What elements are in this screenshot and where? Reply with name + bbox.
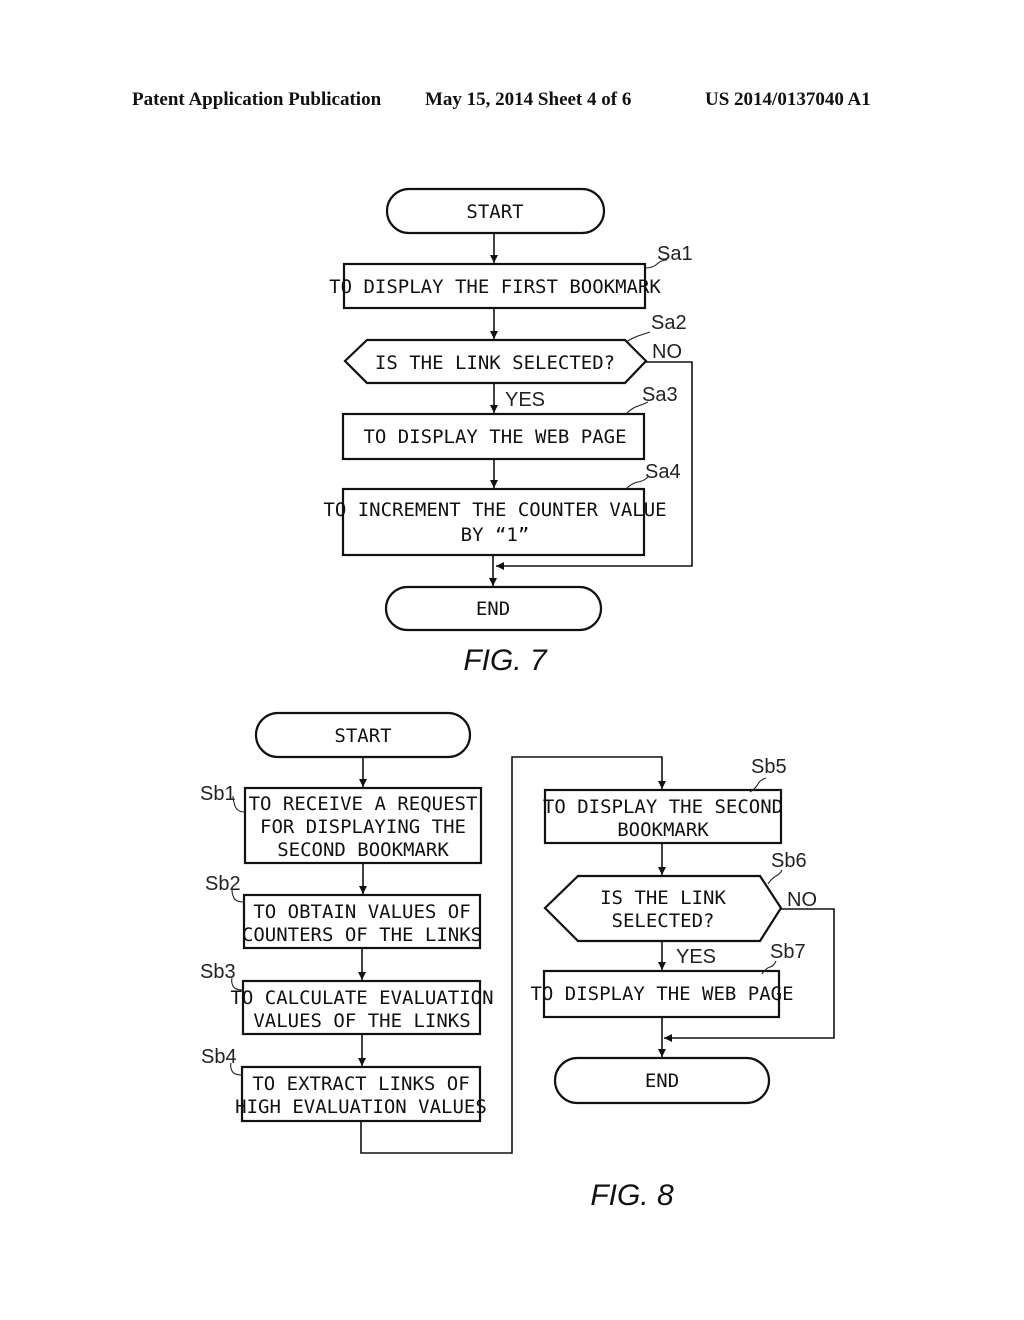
fig8-no-label: NO — [787, 889, 817, 911]
sa2-text: IS THE LINK SELECTED? — [375, 352, 615, 374]
fig7-caption: FIG. 7 — [463, 644, 548, 677]
sb2-label: Sb2 — [205, 873, 241, 895]
fig8-start-terminal: START — [254, 711, 472, 759]
sb1-text-line1: TO RECEIVE A REQUEST — [249, 793, 478, 815]
fig8-start-label: START — [334, 725, 391, 747]
sb1-text-line2: FOR DISPLAYING THE — [260, 816, 466, 838]
fig8-step-sb1: TO RECEIVE A REQUEST FOR DISPLAYING THE … — [200, 783, 483, 865]
sb1-text-line3: SECOND BOOKMARK — [277, 839, 449, 861]
figure-8: START TO RECEIVE A REQUEST FOR DISPLAYIN… — [200, 711, 835, 1212]
fig7-step-sa4: TO INCREMENT THE COUNTER VALUE BY “1” Sa… — [323, 461, 681, 557]
fig7-end-label: END — [476, 598, 510, 620]
fig8-step-sb2: TO OBTAIN VALUES OF COUNTERS OF THE LINK… — [205, 873, 482, 950]
sa4-label: Sa4 — [645, 461, 681, 483]
sb6-label: Sb6 — [771, 850, 807, 872]
sb3-text-line2: VALUES OF THE LINKS — [253, 1010, 470, 1032]
sb5-text-line2: BOOKMARK — [617, 819, 709, 841]
fig7-no-label: NO — [652, 341, 682, 363]
sb2-text-line1: TO OBTAIN VALUES OF — [253, 901, 470, 923]
sb2-text-line2: COUNTERS OF THE LINKS — [242, 924, 482, 946]
fig8-step-sb5: TO DISPLAY THE SECOND BOOKMARK Sb5 — [543, 756, 787, 845]
sb7-text: TO DISPLAY THE WEB PAGE — [530, 983, 793, 1005]
sb6-text-line1: IS THE LINK — [600, 887, 726, 909]
sa3-text: TO DISPLAY THE WEB PAGE — [363, 426, 626, 448]
fig8-end-label: END — [645, 1070, 679, 1092]
sa4-text-line2: BY “1” — [461, 524, 530, 546]
sa2-leader — [625, 331, 651, 343]
fig7-start-label: START — [466, 201, 523, 223]
fig8-step-sb4: TO EXTRACT LINKS OF HIGH EVALUATION VALU… — [201, 1046, 487, 1123]
fig8-yes-label: YES — [676, 946, 716, 968]
fig8-caption: FIG. 8 — [590, 1179, 674, 1212]
sb5-label: Sb5 — [751, 756, 787, 778]
sb6-text-line2: SELECTED? — [612, 910, 715, 932]
sb7-label: Sb7 — [770, 941, 806, 963]
sb3-text-line1: TO CALCULATE EVALUATION — [230, 987, 493, 1009]
sb6-leader — [767, 869, 783, 885]
figure-7: START TO DISPLAY THE FIRST BOOKMARK Sa1 … — [323, 187, 693, 677]
fig7-start-terminal: START — [385, 187, 606, 235]
fig7-step-sa1: TO DISPLAY THE FIRST BOOKMARK Sa1 — [329, 243, 693, 310]
fig7-decision-sa2: IS THE LINK SELECTED? Sa2 NO — [343, 312, 687, 385]
fig8-end-terminal: END — [553, 1056, 771, 1105]
sa3-label: Sa3 — [642, 384, 678, 406]
sb4-text-line1: TO EXTRACT LINKS OF — [252, 1073, 469, 1095]
sb1-label: Sb1 — [200, 783, 236, 805]
fig8-step-sb3: TO CALCULATE EVALUATION VALUES OF THE LI… — [200, 961, 494, 1036]
sa2-label: Sa2 — [651, 312, 687, 334]
sa1-label: Sa1 — [657, 243, 693, 265]
fig7-end-terminal: END — [384, 585, 603, 632]
sb4-text-line2: HIGH EVALUATION VALUES — [235, 1096, 487, 1118]
sb3-label: Sb3 — [200, 961, 236, 983]
sa1-text: TO DISPLAY THE FIRST BOOKMARK — [329, 276, 661, 298]
flowchart-canvas: START TO DISPLAY THE FIRST BOOKMARK Sa1 … — [200, 187, 835, 1212]
fig8-step-sb7: TO DISPLAY THE WEB PAGE Sb7 — [530, 941, 806, 1019]
sb4-label: Sb4 — [201, 1046, 237, 1068]
sa4-text-line1: TO INCREMENT THE COUNTER VALUE — [323, 499, 666, 521]
fig8-decision-sb6: IS THE LINK SELECTED? Sb6 NO — [543, 850, 817, 943]
fig7-yes-label: YES — [505, 389, 545, 411]
sb5-text-line1: TO DISPLAY THE SECOND — [543, 796, 783, 818]
